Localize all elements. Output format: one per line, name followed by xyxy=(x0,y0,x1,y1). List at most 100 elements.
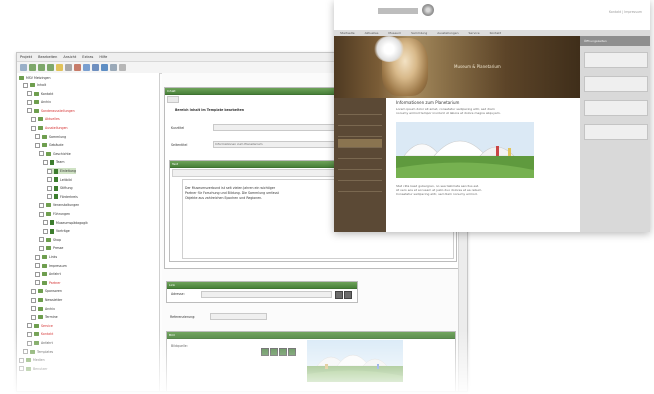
tree-item[interactable]: Team xyxy=(43,159,64,165)
expand-toggle[interactable] xyxy=(47,177,52,183)
tree-item[interactable]: Templates xyxy=(23,349,53,355)
expand-toggle[interactable] xyxy=(31,116,36,122)
image-select-button[interactable] xyxy=(261,348,269,356)
expand-toggle[interactable] xyxy=(35,280,40,286)
tree-item[interactable]: Führungen xyxy=(39,211,70,217)
tree-item[interactable]: Vorträge xyxy=(43,228,70,234)
tree-item[interactable]: Partner xyxy=(35,280,61,286)
nav-startseite[interactable]: Startseite xyxy=(340,31,355,35)
expand-toggle[interactable] xyxy=(27,340,32,346)
nav-sammlung[interactable]: Sammlung xyxy=(411,31,427,35)
tree-item[interactable]: Einleitung xyxy=(47,168,76,174)
publish-icon[interactable] xyxy=(101,64,108,71)
header-links[interactable]: Kontakt | Impressum xyxy=(609,10,642,14)
copy-icon[interactable] xyxy=(65,64,72,71)
tree-item[interactable]: Förderkreis xyxy=(47,194,78,200)
nav-service[interactable]: Service xyxy=(469,31,480,35)
expand-toggle[interactable] xyxy=(31,125,36,131)
tree-item[interactable]: Sponsoren xyxy=(31,288,62,294)
expand-toggle[interactable] xyxy=(31,288,36,294)
tree-item[interactable]: Stiftung xyxy=(47,185,73,191)
expand-toggle[interactable] xyxy=(35,263,40,269)
expand-toggle[interactable] xyxy=(47,194,52,200)
site-sidebar-item[interactable] xyxy=(338,139,382,148)
delete-icon[interactable] xyxy=(74,64,81,71)
image-remove-button[interactable] xyxy=(288,348,296,356)
tree-item[interactable]: Links xyxy=(35,254,57,260)
site-sidebar-item[interactable] xyxy=(338,161,382,170)
expand-toggle[interactable] xyxy=(39,211,44,217)
image-edit-button[interactable] xyxy=(279,348,287,356)
expand-toggle[interactable] xyxy=(39,151,44,157)
tree-item[interactable]: Newsletter xyxy=(31,297,62,303)
tree-item[interactable]: Medien xyxy=(19,357,45,363)
tree-item[interactable]: Service xyxy=(27,323,53,329)
tree-item[interactable]: Geschichte xyxy=(39,151,71,157)
menu-ansicht[interactable]: Ansicht xyxy=(63,55,76,59)
tree-item[interactable]: Aktuelles xyxy=(31,116,60,122)
edit-icon[interactable] xyxy=(83,64,90,71)
tree-item[interactable]: Anfahrt xyxy=(35,271,61,277)
menu-hilfe[interactable]: Hilfe xyxy=(99,55,107,59)
expand-toggle[interactable] xyxy=(35,134,40,140)
tree-item[interactable]: Kontakt xyxy=(27,91,53,97)
tree-item[interactable]: Anfahrt xyxy=(27,340,53,346)
site-sidebar-item[interactable] xyxy=(338,117,382,126)
image-upload-button[interactable] xyxy=(270,348,278,356)
expand-toggle[interactable] xyxy=(35,254,40,260)
tree-item[interactable]: Kontakt xyxy=(27,331,53,337)
expand-toggle[interactable] xyxy=(27,108,32,114)
back-icon[interactable] xyxy=(29,64,36,71)
nav-ausstellungen[interactable]: Ausstellungen xyxy=(437,31,458,35)
expand-toggle[interactable] xyxy=(39,237,44,243)
expand-toggle[interactable] xyxy=(19,366,24,372)
info-box-1[interactable] xyxy=(584,52,648,68)
expand-toggle[interactable] xyxy=(27,91,32,97)
tree-item[interactable]: Shop xyxy=(39,237,61,243)
folder-icon[interactable] xyxy=(56,64,63,71)
link-clear-button[interactable] xyxy=(344,291,352,299)
expand-toggle[interactable] xyxy=(27,99,32,105)
settings-icon[interactable] xyxy=(110,64,117,71)
tree-item[interactable]: Termine xyxy=(31,314,58,320)
reference-select[interactable] xyxy=(210,313,267,320)
expand-toggle[interactable] xyxy=(31,306,36,312)
forward-icon[interactable] xyxy=(38,64,45,71)
tree-item[interactable]: Impressum xyxy=(35,263,67,269)
site-logo[interactable] xyxy=(378,8,418,14)
site-sidebar-item[interactable] xyxy=(338,172,382,181)
image-thumbnail[interactable] xyxy=(307,340,403,382)
help-icon[interactable] xyxy=(119,64,126,71)
link-browse-button[interactable] xyxy=(335,291,343,299)
tree-item[interactable]: Gebäude xyxy=(35,142,63,148)
tree-item[interactable]: Archiv xyxy=(27,99,51,105)
expand-toggle[interactable] xyxy=(31,297,36,303)
menu-bearbeiten[interactable]: Bearbeiten xyxy=(38,55,57,59)
expand-toggle[interactable] xyxy=(47,168,52,174)
tree-item[interactable]: Presse xyxy=(39,245,63,251)
site-sidebar-item[interactable] xyxy=(338,150,382,159)
expand-toggle[interactable] xyxy=(47,185,52,191)
tree-item[interactable]: Archiv xyxy=(31,306,55,312)
tree-root[interactable]: MSV Metzingen xyxy=(19,75,51,81)
tree-item[interactable]: Sammlung xyxy=(35,134,66,140)
site-sidebar-item[interactable] xyxy=(338,128,382,137)
info-box-2[interactable] xyxy=(584,76,648,92)
expand-toggle[interactable] xyxy=(39,202,44,208)
tree-item[interactable]: Ausstellungen xyxy=(31,125,68,131)
expand-toggle[interactable] xyxy=(35,271,40,277)
tree-item[interactable]: Inhalt xyxy=(23,82,46,88)
site-sidebar-item[interactable] xyxy=(338,106,382,115)
expand-toggle[interactable] xyxy=(23,349,28,355)
expand-toggle[interactable] xyxy=(39,245,44,251)
expand-toggle[interactable] xyxy=(43,228,48,234)
tree-item[interactable]: Veranstaltungen xyxy=(39,202,79,208)
expand-toggle[interactable] xyxy=(35,142,40,148)
info-box-4[interactable] xyxy=(584,124,648,140)
reload-icon[interactable] xyxy=(47,64,54,71)
expand-toggle[interactable] xyxy=(43,220,48,226)
tree-item[interactable]: Leitbild xyxy=(47,177,72,183)
expand-toggle[interactable] xyxy=(23,82,28,88)
menu-extras[interactable]: Extras xyxy=(82,55,93,59)
expand-toggle[interactable] xyxy=(43,159,48,165)
